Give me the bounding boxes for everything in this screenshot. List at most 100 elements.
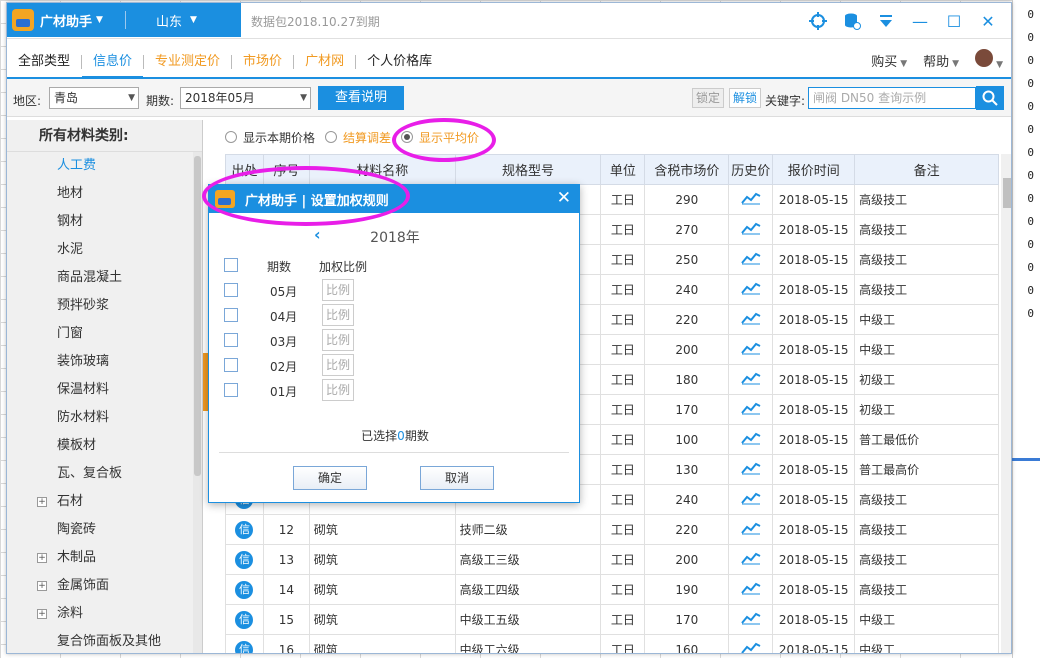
history-cell[interactable] [728,634,774,653]
table-row[interactable]: 信 12 砌筑 技师二级 工日 220 2018-05-15 高级技工 [225,514,999,545]
history-cell[interactable] [728,334,774,365]
history-cell[interactable] [728,484,774,515]
history-cell[interactable] [728,184,774,215]
sidebar-item[interactable]: 人工费 [7,152,202,180]
tab-4[interactable]: 广材网 [294,47,355,77]
info-badge-icon[interactable]: 信 [235,580,254,599]
column-header[interactable]: 历史价 [728,154,774,185]
radio-button[interactable] [225,131,237,143]
month-checkbox[interactable] [224,308,238,322]
history-cell[interactable] [728,304,774,335]
view-notes-button[interactable]: 查看说明 [318,86,404,110]
dropdown-menu-icon[interactable] [869,9,903,33]
table-row[interactable]: 信 13 砌筑 高级工三级 工日 200 2018-05-15 高级技工 [225,544,999,575]
sidebar-item[interactable]: 陶瓷砖 [7,516,202,544]
trend-chart-icon[interactable] [740,282,761,298]
tab-3[interactable]: 市场价 [232,47,293,77]
trend-chart-icon[interactable] [740,402,761,418]
column-header[interactable]: 规格型号 [454,154,602,185]
history-cell[interactable] [728,454,774,485]
history-cell[interactable] [728,214,774,245]
table-scrollbar[interactable] [1001,154,1011,653]
source-cell[interactable]: 信 [225,544,264,575]
database-icon[interactable] [835,9,869,33]
column-header[interactable]: 备注 [854,154,999,185]
minimize-icon[interactable]: — [903,9,937,33]
cancel-button[interactable]: 取消 [420,466,494,490]
ok-button[interactable]: 确定 [293,466,367,490]
trend-chart-icon[interactable] [740,342,761,358]
month-checkbox[interactable] [224,333,238,347]
source-cell[interactable]: 信 [225,634,264,653]
ratio-input[interactable]: 比例 [322,304,354,326]
sidebar-item[interactable]: 水泥 [7,236,202,264]
tab-1[interactable]: 信息价 [82,47,144,79]
month-checkbox[interactable] [224,358,238,372]
maximize-icon[interactable]: ☐ [937,9,971,33]
info-badge-icon[interactable]: 信 [235,610,254,629]
trend-chart-icon[interactable] [740,372,761,388]
app-name[interactable]: 广材助手 [40,11,92,30]
sidebar-item[interactable]: 门窗 [7,320,202,348]
sidebar-item[interactable]: 地材 [7,180,202,208]
info-badge-icon[interactable]: 信 [235,550,254,569]
month-checkbox[interactable] [224,383,238,397]
scrollbar-thumb[interactable] [194,156,201,476]
sidebar-item[interactable]: 商品混凝土 [7,264,202,292]
radio-button[interactable] [325,131,338,143]
lock-button[interactable]: 锁定 [692,88,725,108]
trend-chart-icon[interactable] [740,642,761,653]
select-all-checkbox[interactable] [224,258,238,272]
history-cell[interactable] [728,274,774,305]
scrollbar-thumb[interactable] [1003,178,1011,208]
history-cell[interactable] [728,604,774,635]
history-cell[interactable] [728,424,774,455]
history-cell[interactable] [728,364,774,395]
trend-chart-icon[interactable] [740,552,761,568]
sidebar-item[interactable]: 钢材 [7,208,202,236]
column-header[interactable]: 报价时间 [772,154,856,185]
info-badge-icon[interactable]: 信 [235,640,254,653]
trend-chart-icon[interactable] [740,582,761,598]
region-select[interactable]: 青岛 ▼ [49,87,139,109]
history-cell[interactable] [728,574,774,605]
trend-chart-icon[interactable] [740,462,761,478]
help-menu[interactable]: 帮助 ▼ [923,51,959,70]
ratio-input[interactable]: 比例 [322,354,354,376]
sidebar-item[interactable]: 装饰玻璃 [7,348,202,376]
trend-chart-icon[interactable] [740,432,761,448]
ratio-input[interactable]: 比例 [322,379,354,401]
close-icon[interactable]: ✕ [557,188,571,208]
close-icon[interactable]: ✕ [971,9,1005,33]
period-select[interactable]: 2018年05月 ▼ [180,87,311,109]
sidebar-item[interactable]: 保温材料 [7,376,202,404]
ratio-input[interactable]: 比例 [322,329,354,351]
search-input[interactable]: 闸阀 DN50 查询示例 [808,87,976,109]
table-row[interactable]: 信 16 砌筑 中级工六级 工日 160 2018-05-15 中级工 [225,634,999,653]
chevron-down-icon[interactable]: ▼ [190,15,197,25]
tab-2[interactable]: 专业测定价 [144,47,231,77]
trend-chart-icon[interactable] [740,222,761,238]
sidebar-item[interactable]: 防水材料 [7,404,202,432]
expand-icon[interactable]: + [37,581,47,591]
sidebar-item[interactable]: 模板材 [7,432,202,460]
source-cell[interactable]: 信 [225,514,264,545]
expand-icon[interactable]: + [37,553,47,563]
radio-option[interactable]: 显示本期价格 [225,129,315,146]
ratio-input[interactable]: 比例 [322,279,354,301]
search-button[interactable] [976,86,1004,110]
avatar[interactable] [975,49,994,67]
crosshair-icon[interactable] [801,9,835,33]
sidebar-item[interactable]: + 涂料 [7,600,202,628]
column-header[interactable]: 单位 [600,154,646,185]
source-cell[interactable]: 信 [225,604,264,635]
tab-0[interactable]: 全部类型 [7,47,81,77]
history-cell[interactable] [728,514,774,545]
sidebar-item[interactable]: 复合饰面板及其他 [7,628,202,653]
sidebar-item[interactable]: + 石材 [7,488,202,516]
sidebar-item[interactable]: 预拌砂浆 [7,292,202,320]
buy-menu[interactable]: 购买 ▼ [871,51,907,70]
trend-chart-icon[interactable] [740,252,761,268]
sidebar-scrollbar[interactable] [193,152,202,653]
sidebar-item[interactable]: 瓦、复合板 [7,460,202,488]
